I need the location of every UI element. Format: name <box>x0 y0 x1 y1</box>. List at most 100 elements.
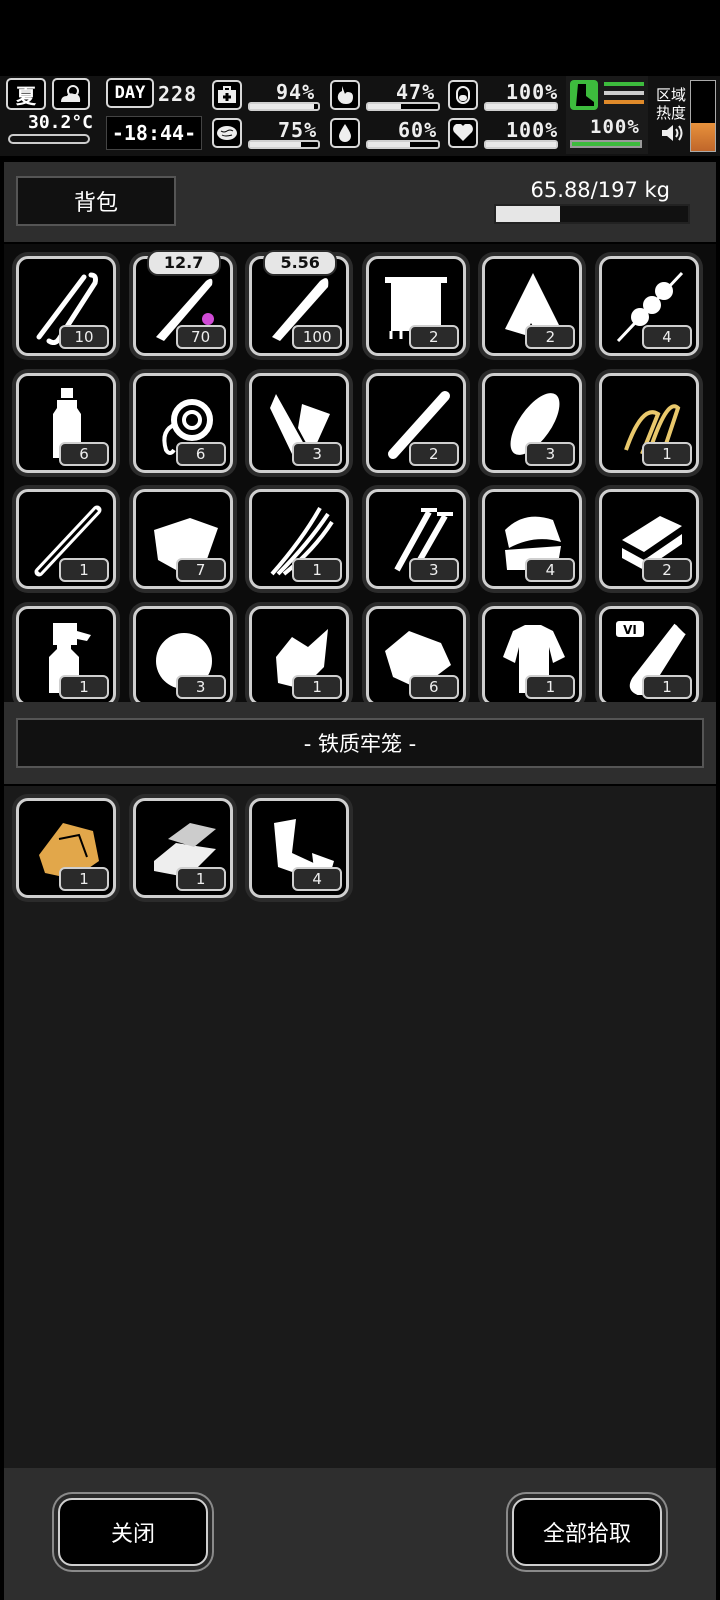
backpack-slot[interactable]: 1 <box>245 485 354 593</box>
backpack-slot-frame: 2 <box>599 489 699 589</box>
item-count: 6 <box>408 674 459 699</box>
item-count: 6 <box>59 441 109 466</box>
backpack-slot-frame: 4 <box>482 489 583 589</box>
item-count: 3 <box>292 441 343 466</box>
backpack-slot-frame: 2 <box>365 256 466 356</box>
backpack-slot[interactable]: 3 <box>128 601 237 702</box>
hunger-bar-fill <box>368 104 401 109</box>
backpack-slot[interactable]: 6 <box>361 601 470 702</box>
backpack-slot[interactable]: 6 <box>12 368 120 477</box>
backpack-slot-frame: 7 <box>132 489 233 589</box>
backpack-slot[interactable]: 4 <box>478 485 587 593</box>
backpack-header: 背包 65.88/197 kg <box>4 162 716 242</box>
backpack-slot[interactable]: 1 <box>245 601 354 702</box>
backpack-slot[interactable]: 7 <box>128 485 237 593</box>
item-count: 4 <box>642 325 692 349</box>
item-count: 10 <box>59 325 109 349</box>
footer-bar: 关闭 全部拾取 <box>4 1468 716 1600</box>
item-count: 1 <box>59 558 109 582</box>
backpack-slot[interactable]: VI 1 <box>595 601 703 702</box>
close-button-label: 关闭 <box>110 1522 155 1547</box>
thirst-value: 60% <box>398 118 438 142</box>
bladder-icon <box>448 80 478 110</box>
health-bar-fill <box>250 104 314 109</box>
backpack-slot-frame: 3 <box>249 372 350 473</box>
backpack-slot[interactable]: 6 <box>128 368 237 477</box>
container-slot[interactable]: 1 <box>128 794 237 902</box>
backpack-slot-frame: 1 <box>16 605 116 702</box>
backpack-slot-frame: 3 <box>132 605 233 702</box>
container-slot[interactable]: 4 <box>245 794 354 902</box>
backpack-slot-frame: VI 1 <box>599 605 699 702</box>
item-count: 3 <box>525 441 576 466</box>
item-count: 1 <box>59 867 109 891</box>
backpack-slot[interactable]: 2 <box>361 368 470 477</box>
bladder-value: 100% <box>506 80 559 104</box>
backpack-slot-frame: 2 <box>482 256 583 356</box>
day-number: 228 <box>158 82 198 106</box>
backpack-slot-frame: 6 <box>132 372 233 473</box>
container-slot-frame: 1 <box>16 798 116 898</box>
hunger-value: 47% <box>396 80 436 104</box>
item-count: 1 <box>292 674 343 699</box>
item-count: 4 <box>292 867 343 891</box>
stamina-bar-fill <box>572 142 640 146</box>
backpack-slot[interactable]: 2 <box>361 252 470 360</box>
boot-icon <box>570 80 598 110</box>
backpack-slot[interactable]: 3 <box>245 368 354 477</box>
sanity-bar-fill <box>250 142 301 147</box>
backpack-slot-frame: 3 <box>482 372 583 473</box>
container-slot[interactable]: 1 <box>12 794 120 902</box>
weather-icon <box>52 78 90 110</box>
take-all-button-label: 全部拾取 <box>542 1522 631 1547</box>
item-count: 1 <box>292 558 343 582</box>
item-count: 2 <box>408 325 459 349</box>
mood-value: 100% <box>506 118 559 142</box>
container-title-box: - 铁质牢笼 - <box>16 718 704 768</box>
backpack-slot-frame: 1 <box>482 605 583 702</box>
backpack-slot[interactable]: 1 <box>12 485 120 593</box>
backpack-slot[interactable]: 4 <box>595 252 703 360</box>
brain-icon <box>212 118 242 148</box>
backpack-slot-frame: 6 <box>365 605 466 702</box>
day-badge: DAY <box>106 78 154 108</box>
backpack-title: 背包 <box>73 191 118 216</box>
close-button[interactable]: 关闭 <box>58 1498 208 1566</box>
backpack-slot[interactable]: 1 <box>12 601 120 702</box>
backpack-slot-frame: 1 <box>249 605 350 702</box>
backpack-slot-frame: 2 <box>365 372 466 473</box>
backpack-slot[interactable]: 100 5.56 <box>245 250 354 360</box>
stomach-icon <box>330 80 360 110</box>
water-drop-icon <box>330 118 360 148</box>
speaker-icon[interactable] <box>660 122 684 144</box>
container-grid[interactable]: 1 1 4 <box>4 786 716 1468</box>
backpack-slot[interactable]: 70 12.7 <box>128 250 237 360</box>
bladder-bar <box>484 102 558 111</box>
backpack-tab[interactable]: 背包 <box>16 176 176 226</box>
thirst-bar-fill <box>368 142 410 147</box>
health-value: 94% <box>276 80 316 104</box>
backpack-slot-frame: 1 <box>249 489 350 589</box>
item-count: 7 <box>175 558 226 582</box>
stamina-bar <box>570 140 642 148</box>
backpack-slot[interactable]: 3 <box>361 485 470 593</box>
health-bar <box>248 102 320 111</box>
mood-bar-fill <box>486 142 556 147</box>
backpack-slot[interactable]: 1 <box>595 368 703 477</box>
backpack-slot-frame: 1 <box>16 489 116 589</box>
backpack-slot[interactable]: 3 <box>478 368 587 477</box>
item-count: 1 <box>175 867 226 891</box>
take-all-button[interactable]: 全部拾取 <box>512 1498 662 1566</box>
backpack-slot[interactable]: 1 <box>478 601 587 702</box>
item-count: 2 <box>642 558 692 582</box>
weight-bar-fill <box>496 206 561 222</box>
stamina-value: 100% <box>590 116 640 138</box>
temperature: 30.2°C <box>28 112 94 133</box>
backpack-slot[interactable]: 2 <box>478 252 587 360</box>
backpack-slot[interactable]: 2 <box>595 485 703 593</box>
item-count: 1 <box>59 674 109 699</box>
backpack-grid[interactable]: 10 70 12.7 100 5.56 2 2 4 6 6 3 2 3 1 1 7 1 3 4 2 1 3 1 6 1 VI 1 <box>4 244 716 702</box>
caliber-badge: 12.7 <box>146 250 221 276</box>
backpack-slot[interactable]: 10 <box>12 252 120 360</box>
item-count: 1 <box>642 674 692 699</box>
